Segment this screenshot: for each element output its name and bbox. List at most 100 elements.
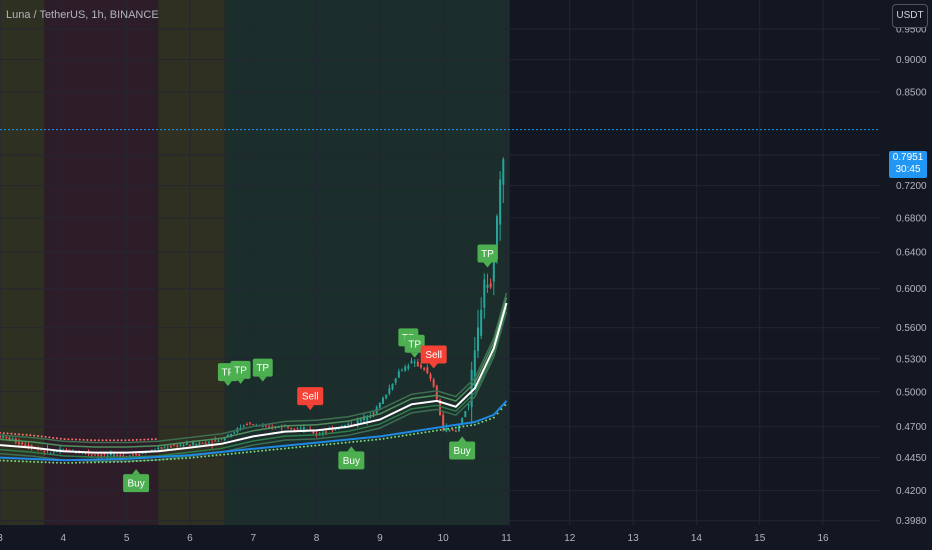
candle-body: [116, 455, 119, 457]
trail-dot: [276, 448, 279, 451]
trail-dot: [116, 439, 119, 442]
candle-body: [397, 371, 400, 378]
trail-dot: [101, 461, 104, 464]
price-tick-label: 0.7200: [896, 181, 927, 192]
trail-dot: [10, 432, 13, 435]
trail-dot: [90, 439, 93, 442]
time-axis: 3 4 5 6 7 8 9 10 11 12 13 14 15 16: [0, 533, 829, 544]
candle-body: [138, 453, 141, 456]
trail-dot: [200, 455, 203, 458]
trail-dot: [219, 453, 222, 456]
candle-body: [182, 444, 185, 446]
trail-dot: [390, 436, 393, 439]
candle-body: [90, 454, 93, 456]
candle-body: [2, 436, 5, 438]
trail-dot: [466, 424, 469, 427]
trail-dot: [177, 457, 180, 460]
trail-dot: [344, 441, 347, 444]
trail-dot: [112, 439, 115, 442]
trail-dot: [416, 432, 419, 435]
trail-dot: [101, 439, 104, 442]
candle-body: [166, 447, 169, 449]
candle-body: [157, 447, 160, 450]
trail-dot: [492, 416, 495, 419]
candle-body: [385, 394, 388, 399]
trail-dot: [302, 445, 305, 448]
candle-body: [93, 454, 96, 456]
trail-dot: [211, 454, 214, 457]
trail-dot: [356, 440, 359, 443]
trail-dot: [40, 435, 43, 438]
signal-text: TP: [256, 363, 269, 374]
trail-dot: [348, 441, 351, 444]
candle-body: [179, 444, 182, 446]
trail-dot: [120, 460, 123, 463]
trail-dot: [477, 422, 480, 425]
trail-dot: [481, 420, 484, 423]
candle-body: [410, 360, 413, 364]
trail-dot: [500, 408, 503, 411]
candle-body: [476, 327, 479, 352]
candle-body: [382, 397, 385, 405]
trail-dot: [93, 439, 96, 442]
trail-dot: [242, 451, 245, 454]
time-tick-label: 4: [61, 533, 67, 544]
trail-dot: [261, 449, 264, 452]
trail-dot: [158, 458, 161, 461]
currency-button[interactable]: USDT: [892, 4, 928, 28]
trail-dot: [17, 460, 20, 463]
candle-body: [394, 378, 397, 383]
trail-dot: [162, 458, 165, 461]
candle-body: [233, 432, 236, 434]
trail-dot: [29, 460, 32, 463]
candle-body: [195, 443, 198, 446]
trail-dot: [14, 432, 17, 435]
candle-body: [499, 179, 502, 225]
trail-dot: [52, 461, 55, 464]
candle-body: [423, 367, 426, 370]
candle-body: [404, 366, 407, 371]
trail-dot: [337, 442, 340, 445]
candle-body: [388, 388, 391, 394]
trail-dot: [105, 439, 108, 442]
trail-dot: [257, 450, 260, 453]
trail-dot: [147, 438, 150, 441]
trail-dot: [382, 437, 385, 440]
trail-dot: [139, 459, 142, 462]
trail-dot: [33, 434, 36, 437]
trail-dot: [112, 460, 115, 463]
price-tick-label: 0.5600: [896, 323, 927, 334]
price-tick-label: 0.6400: [896, 248, 927, 259]
price-tick-label: 0.5000: [896, 387, 927, 398]
signal-text: TP: [481, 249, 494, 260]
price-chart[interactable]: BuyTPTPTPSellBuyTPTPSellBuyTP 0.95000.90…: [0, 0, 932, 550]
trail-dot: [67, 438, 70, 441]
trail-dot: [226, 453, 229, 456]
trail-dot: [238, 452, 241, 455]
trail-dot: [154, 438, 157, 441]
trail-dot: [405, 434, 408, 437]
trail-dot: [310, 444, 313, 447]
trail-dot: [413, 433, 416, 436]
trail-dot: [25, 433, 28, 436]
trail-dot: [55, 461, 58, 464]
time-tick-label: 14: [691, 533, 703, 544]
trail-dot: [169, 458, 172, 461]
trail-dot: [82, 438, 85, 441]
trail-dot: [280, 447, 283, 450]
trail-dot: [93, 461, 96, 464]
trail-dot: [245, 451, 248, 454]
trail-dot: [291, 446, 294, 449]
trail-dot: [21, 460, 24, 463]
candle-body: [169, 446, 172, 448]
candle-body: [502, 159, 505, 185]
candle-body: [413, 361, 416, 363]
trail-dot: [36, 435, 39, 438]
candle-body: [366, 418, 369, 421]
trail-dot: [185, 457, 188, 460]
candle-body: [103, 453, 106, 455]
trail-dot: [432, 430, 435, 433]
trail-dot: [105, 461, 108, 464]
trail-dot: [470, 424, 473, 427]
candle-body: [378, 402, 381, 408]
